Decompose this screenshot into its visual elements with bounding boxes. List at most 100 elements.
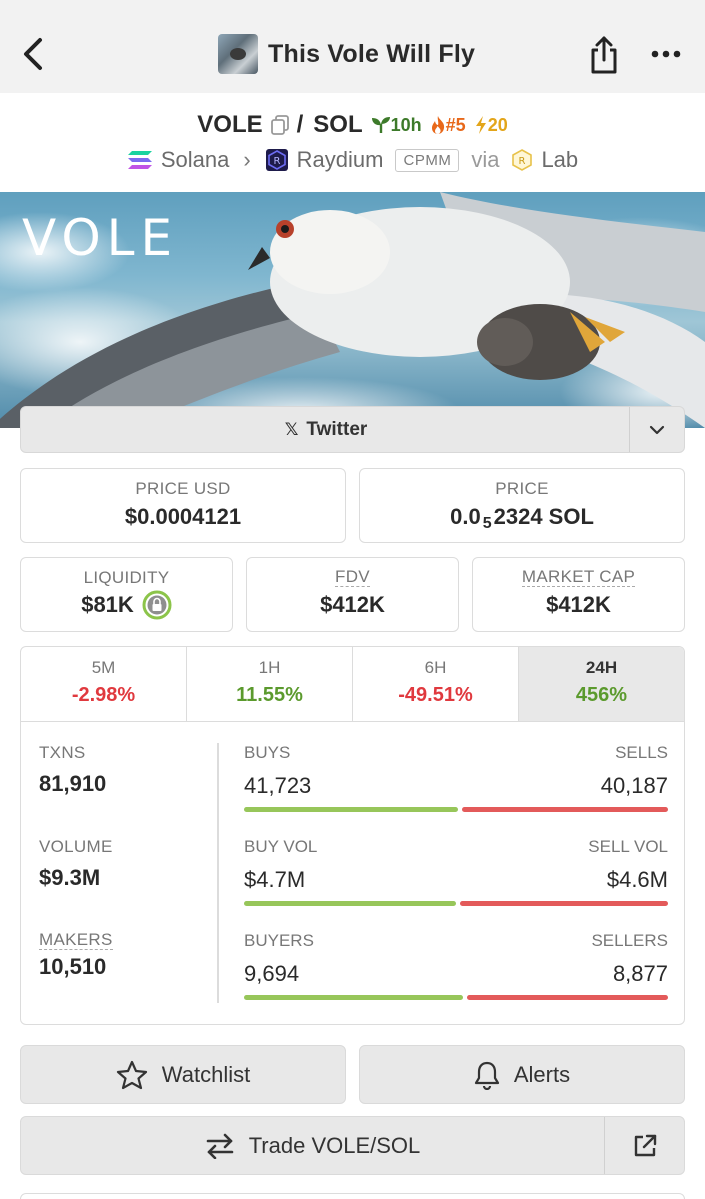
- chain-name[interactable]: Solana: [161, 147, 230, 173]
- price-native-zero-count: 5: [482, 515, 492, 532]
- star-icon: [116, 1060, 147, 1089]
- swap-arrows-icon: [206, 1133, 233, 1159]
- price-native-card: PRICE 0.0 5 2324 SOL: [359, 468, 685, 543]
- sell-vol-label: SELL VOL: [588, 837, 668, 856]
- socials-dropdown-button[interactable]: [629, 407, 684, 452]
- trade-button[interactable]: Trade VOLE/SOL: [21, 1117, 604, 1174]
- market-cap-label[interactable]: MARKET CAP: [521, 568, 636, 587]
- buys-label: BUYS: [244, 743, 291, 762]
- txns-stat: TXNS 81,910: [39, 743, 219, 837]
- makers-label[interactable]: MAKERS: [39, 931, 113, 950]
- buy-vol-value: $4.7M: [244, 867, 306, 892]
- dex-name[interactable]: Raydium: [297, 147, 384, 173]
- boost-value: 20: [487, 114, 508, 135]
- banner-text: VOLE: [22, 209, 178, 267]
- sells-bar-fill: [462, 807, 668, 812]
- pair-slash: /: [296, 111, 304, 138]
- stats-divider: [217, 743, 219, 1003]
- liquidity-value-row: $81K: [21, 590, 232, 620]
- sells-value: 40,187: [600, 773, 668, 798]
- via-dex-name[interactable]: Lab: [541, 147, 578, 173]
- fdv-label[interactable]: FDV: [335, 568, 370, 587]
- alerts-label: Alerts: [513, 1061, 571, 1087]
- liquidity-value: $81K: [81, 592, 134, 617]
- buys-sells-bar: [244, 807, 668, 812]
- back-arrow-icon[interactable]: [18, 30, 50, 78]
- bell-icon: [474, 1061, 499, 1090]
- trading-stats-panel: 5M -2.98% 1H 11.55% 6H -49.51% 24H 456% …: [20, 646, 685, 1025]
- tab-6h[interactable]: 6H -49.51%: [353, 647, 519, 721]
- more-options-icon[interactable]: [650, 48, 682, 60]
- liquidity-card: LIQUIDITY $81K: [20, 557, 233, 632]
- volume-stat: VOLUME $9.3M: [39, 837, 219, 931]
- boost-badge[interactable]: 20: [474, 115, 508, 136]
- svg-text:R: R: [519, 156, 526, 167]
- sells-label: SELLS: [615, 743, 668, 762]
- svg-text:R: R: [273, 156, 280, 167]
- tab-1h-change: 11.55%: [236, 684, 303, 706]
- watchlist-label: Watchlist: [161, 1061, 251, 1087]
- buys-bar-fill: [244, 807, 458, 812]
- lab-icon: R: [512, 149, 533, 171]
- chevron-right-icon: ›: [243, 147, 251, 172]
- liquidity-lock-icon[interactable]: [142, 590, 172, 620]
- split-column: BUYS SELLS 41,723 40,187 BUY VOL SELL VO…: [244, 743, 668, 1024]
- rank-value: #5: [445, 114, 466, 135]
- raydium-icon: R: [265, 149, 288, 171]
- age-badge: 10h: [371, 115, 422, 136]
- buys-value: 41,723: [244, 773, 312, 798]
- buyers-sellers-bar: [244, 995, 668, 1000]
- fdv-card: FDV $412K: [246, 557, 459, 632]
- token-title: This Vole Will Fly: [218, 32, 475, 76]
- sell-vol-bar-fill: [460, 901, 668, 906]
- watchlist-button[interactable]: Watchlist: [20, 1045, 346, 1104]
- market-cap-card: MARKET CAP $412K: [472, 557, 685, 632]
- trade-label: Trade VOLE/SOL: [248, 1132, 421, 1158]
- twitter-link[interactable]: 𝕏 Twitter: [21, 407, 631, 452]
- socials-bar: 𝕏 Twitter: [20, 406, 685, 453]
- tab-5m[interactable]: 5M -2.98%: [21, 647, 187, 721]
- price-usd-label: PRICE USD: [135, 479, 231, 498]
- x-logo-icon: 𝕏: [284, 419, 299, 439]
- sprout-icon: [371, 117, 390, 133]
- banner-artwork: VOLE: [0, 192, 705, 428]
- token-banner: VOLE: [0, 192, 705, 428]
- trade-bar: Trade VOLE/SOL: [20, 1116, 685, 1175]
- volume-value: $9.3M: [39, 865, 101, 890]
- flame-icon: [431, 116, 444, 134]
- next-section-card: [20, 1193, 685, 1199]
- pool-type-badge: CPMM: [395, 148, 460, 172]
- buyers-sellers-row: BUYERS SELLERS 9,694 8,877: [244, 931, 668, 1024]
- age-value: 10h: [390, 114, 422, 135]
- volume-label: VOLUME: [39, 837, 113, 856]
- price-native-label: PRICE: [495, 479, 549, 498]
- alerts-button[interactable]: Alerts: [359, 1045, 685, 1104]
- page-title: This Vole Will Fly: [268, 39, 476, 68]
- price-native-suffix: 2324 SOL: [493, 504, 594, 529]
- copy-icon[interactable]: [270, 115, 289, 135]
- tab-5m-label: 5M: [91, 658, 116, 677]
- lightning-icon: [475, 116, 486, 134]
- token-avatar: [218, 34, 258, 74]
- chain-line: Solana › R Raydium CPMM via R Lab: [0, 144, 705, 176]
- txns-value: 81,910: [39, 771, 107, 796]
- tab-5m-change: -2.98%: [71, 684, 136, 706]
- price-usd-value: $0.0004121: [124, 504, 242, 529]
- trade-external-button[interactable]: [604, 1117, 684, 1174]
- totals-column: TXNS 81,910 VOLUME $9.3M MAKERS 10,510: [39, 743, 219, 1024]
- tab-6h-change: -49.51%: [398, 684, 473, 706]
- tab-1h[interactable]: 1H 11.55%: [187, 647, 353, 721]
- sell-vol-value: $4.6M: [606, 867, 668, 892]
- share-icon[interactable]: [588, 34, 620, 74]
- buy-sell-volume-row: BUY VOL SELL VOL $4.7M $4.6M: [244, 837, 668, 931]
- buyers-bar-fill: [244, 995, 463, 1000]
- makers-value: 10,510: [39, 954, 107, 979]
- chevron-down-icon: [649, 425, 665, 434]
- tab-6h-label: 6H: [424, 658, 447, 677]
- solana-icon: [127, 151, 152, 169]
- buy-vol-label: BUY VOL: [244, 837, 318, 856]
- tab-24h[interactable]: 24H 456%: [519, 647, 684, 721]
- base-symbol: VOLE: [197, 111, 263, 138]
- buy-vol-bar-fill: [244, 901, 456, 906]
- top-bar: This Vole Will Fly: [0, 0, 705, 93]
